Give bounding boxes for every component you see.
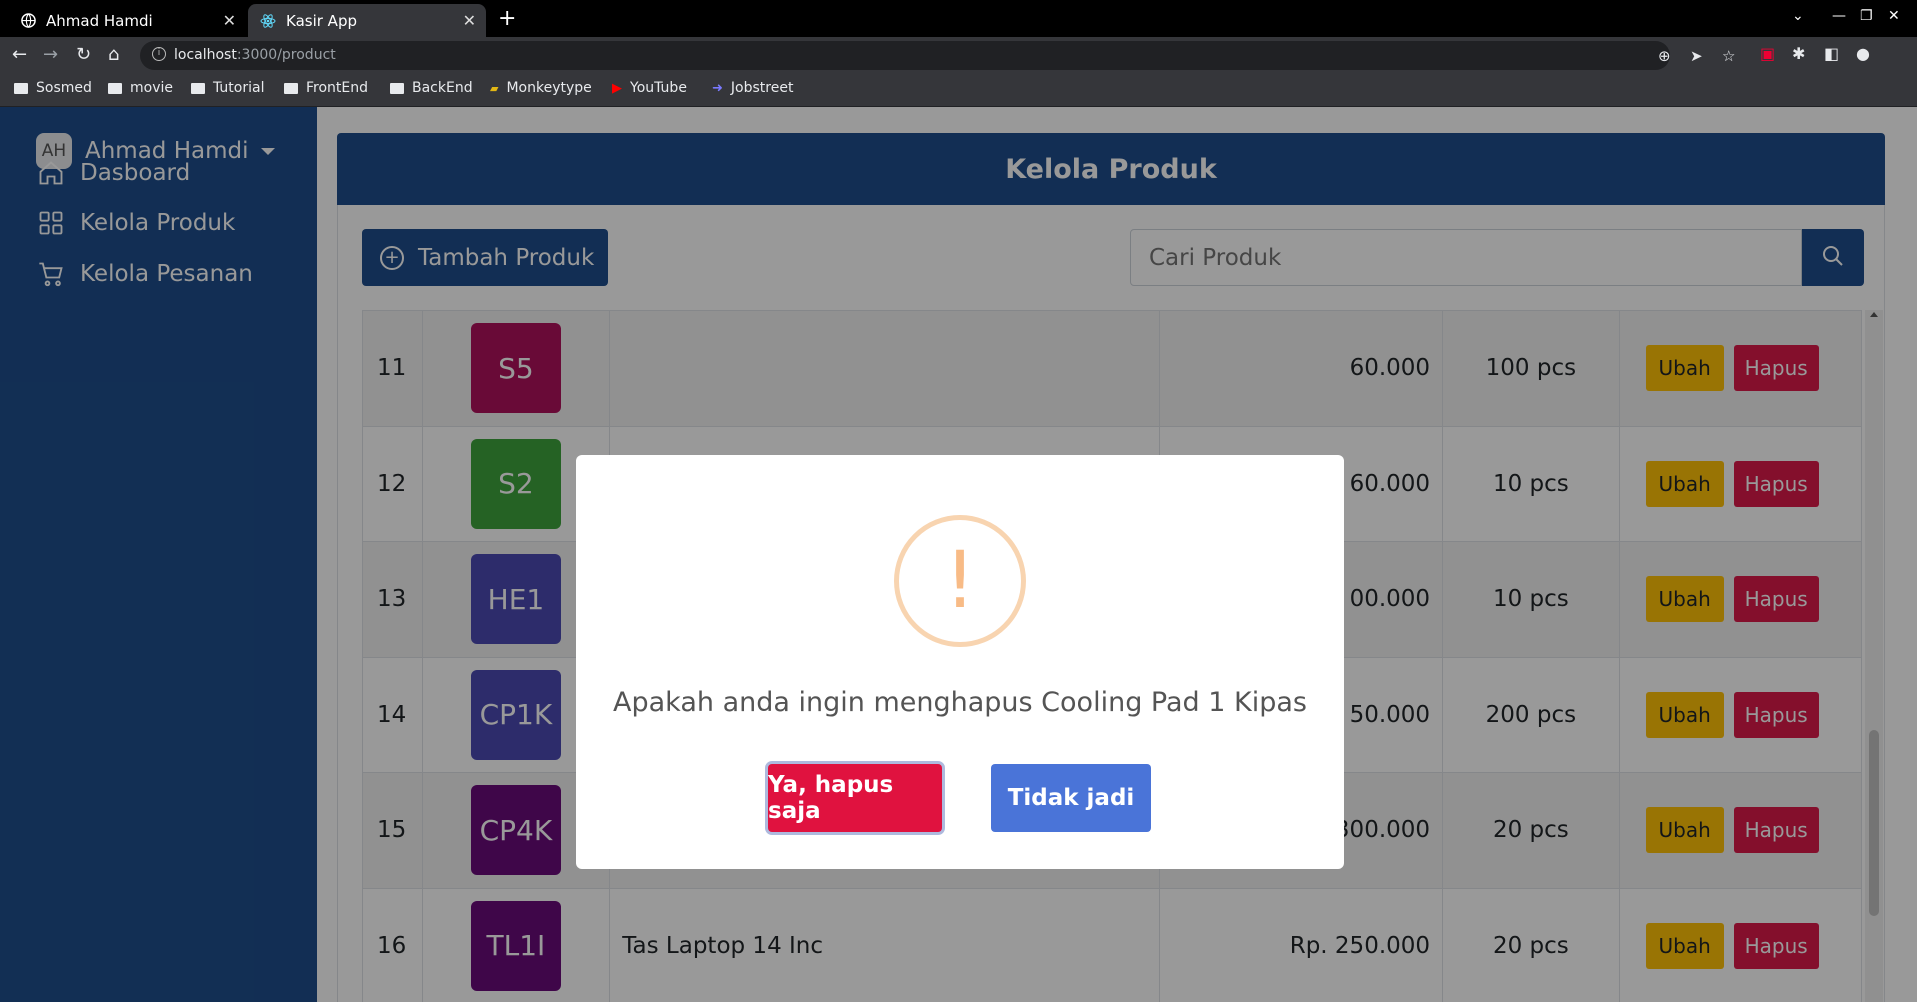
chevron-down-icon[interactable]: ⌄ [1792, 8, 1804, 24]
folder-icon [14, 82, 28, 94]
folder-icon [191, 82, 205, 94]
reload-icon[interactable]: ↻ [76, 44, 91, 65]
bookmark-item[interactable]: Sosmed [14, 80, 92, 96]
react-icon [260, 13, 276, 29]
url-text: localhost:3000/product [174, 47, 336, 63]
confirm-delete-dialog: ! Apakah anda ingin menghapus Cooling Pa… [576, 455, 1344, 869]
folder-icon [108, 82, 122, 94]
minimize-icon[interactable]: — [1832, 8, 1846, 24]
new-tab-icon[interactable]: + [498, 6, 516, 31]
home-icon[interactable]: ⌂ [108, 44, 119, 65]
back-icon[interactable]: ← [12, 44, 27, 65]
monkeytype-icon: ▰ [490, 81, 499, 95]
cancel-button[interactable]: Tidak jadi [991, 764, 1151, 832]
warning-icon: ! [894, 515, 1026, 647]
bookmark-item[interactable]: ➜ Jobstreet [712, 80, 793, 96]
tab-title: Ahmad Hamdi [46, 11, 153, 30]
address-bar: ← → ↻ ⌂ i localhost:3000/product ⊕ ➤ ☆ [0, 37, 1917, 73]
jobstreet-icon: ➜ [712, 80, 723, 96]
tab-title: Kasir App [286, 11, 357, 30]
globe-icon [20, 13, 36, 29]
bookmarks-bar: Sosmed movie Tutorial FrontEnd BackEnd ▰… [0, 73, 1917, 107]
browser-tab-bar: Ahmad Hamdi ✕ Kasir App ✕ + ⌄ — ❐ ✕ [0, 0, 1917, 37]
browser-tab-active[interactable]: Kasir App ✕ [248, 4, 486, 37]
youtube-icon: ▶ [612, 80, 622, 96]
folder-icon [284, 82, 298, 94]
profile-avatar-icon[interactable]: ● [1856, 44, 1870, 63]
close-icon[interactable]: ✕ [463, 11, 476, 30]
browser-tab[interactable]: Ahmad Hamdi ✕ [8, 4, 246, 37]
dialog-message: Apakah anda ingin menghapus Cooling Pad … [613, 687, 1307, 718]
modal-overlay[interactable]: ! Apakah anda ingin menghapus Cooling Pa… [0, 107, 1917, 1002]
bookmark-item[interactable]: Tutorial [191, 80, 264, 96]
bookmark-item[interactable]: movie [108, 80, 173, 96]
close-window-icon[interactable]: ✕ [1888, 8, 1900, 24]
close-icon[interactable]: ✕ [223, 11, 236, 30]
bookmark-item[interactable]: ▰ Monkeytype [490, 80, 592, 96]
bookmark-item[interactable]: ▶ YouTube [612, 80, 687, 96]
zoom-icon[interactable]: ⊕ [1658, 47, 1671, 65]
send-icon[interactable]: ➤ [1690, 47, 1703, 65]
folder-icon [390, 82, 404, 94]
sidepanel-icon[interactable]: ◧ [1824, 44, 1839, 63]
bookmark-item[interactable]: BackEnd [390, 80, 473, 96]
forward-icon[interactable]: → [43, 44, 58, 65]
restore-icon[interactable]: ❐ [1860, 8, 1873, 24]
extension-icon[interactable]: ▣ [1760, 44, 1775, 63]
puzzle-icon[interactable]: ✱ [1792, 44, 1805, 63]
confirm-delete-button[interactable]: Ya, hapus saja [768, 764, 942, 832]
star-icon[interactable]: ☆ [1722, 47, 1735, 65]
info-icon[interactable]: i [152, 47, 166, 61]
url-field[interactable]: i localhost:3000/product ⊕ ➤ ☆ [140, 41, 1735, 70]
bookmark-item[interactable]: FrontEnd [284, 80, 368, 96]
